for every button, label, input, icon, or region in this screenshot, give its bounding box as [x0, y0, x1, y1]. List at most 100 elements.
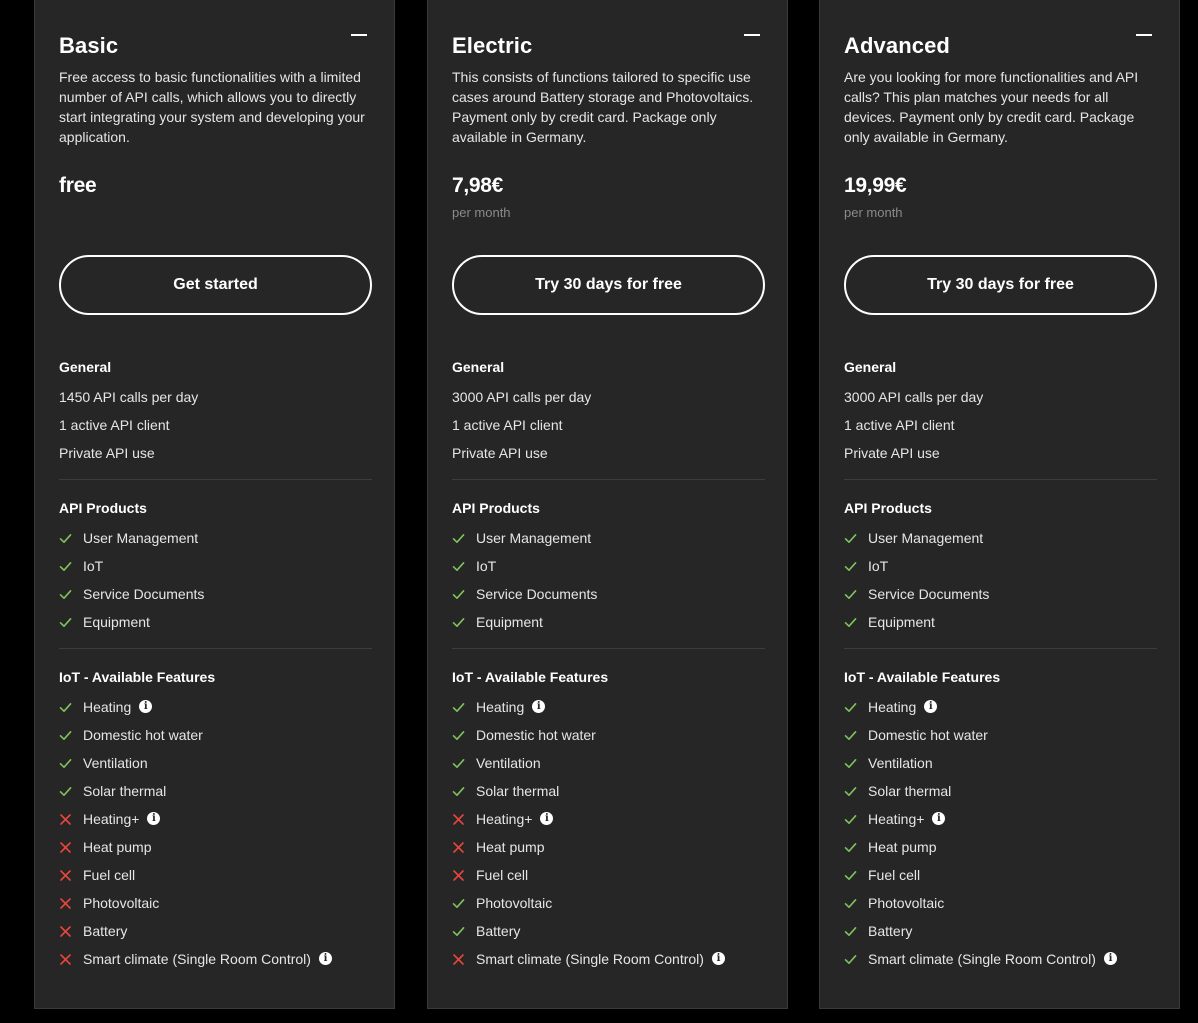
check-icon: [59, 584, 83, 604]
check-icon: [844, 837, 868, 857]
info-icon[interactable]: i: [139, 700, 153, 713]
check-icon: [844, 893, 868, 913]
list-item-label: Heating: [476, 699, 525, 715]
list-item-label: Heating: [868, 699, 917, 715]
plan-card-advanced: Advanced Are you looking for more functi…: [819, 0, 1180, 1009]
check-icon: [844, 921, 868, 941]
list-item-label: Equipment: [476, 614, 543, 630]
plan-period: per month: [452, 205, 511, 220]
list-item-label: 3000 API calls per day: [452, 389, 592, 405]
cross-icon: [59, 921, 83, 941]
list-item: Ventilation: [844, 753, 1157, 781]
collapse-icon[interactable]: [351, 34, 367, 36]
list-item-label: Smart climate (Single Room Control): [476, 951, 704, 967]
list-item: User Management: [844, 528, 1157, 556]
general-section: General 1450 API calls per day 1 active A…: [59, 357, 372, 471]
list-item: Private API use: [844, 443, 1157, 471]
list-item: Battery: [452, 921, 765, 949]
list-item: 3000 API calls per day: [452, 387, 765, 415]
check-icon: [844, 949, 868, 969]
info-icon[interactable]: i: [924, 700, 938, 713]
list-item: User Management: [59, 528, 372, 556]
list-item-label: Fuel cell: [868, 867, 921, 883]
check-icon: [844, 809, 868, 829]
info-icon[interactable]: i: [711, 952, 725, 965]
list-item: Photovoltaic: [844, 893, 1157, 921]
check-icon: [452, 753, 476, 773]
info-icon[interactable]: i: [532, 700, 546, 713]
list-item: IoT: [844, 556, 1157, 584]
section-divider: [452, 648, 765, 649]
check-icon: [844, 556, 868, 576]
plan-card-electric: Electric This consists of functions tail…: [427, 0, 788, 1009]
info-icon[interactable]: i: [1103, 952, 1117, 965]
cross-icon: [59, 809, 83, 829]
collapse-icon[interactable]: [1136, 34, 1152, 36]
cross-icon: [452, 865, 476, 885]
section-divider: [59, 479, 372, 480]
list-item: Solar thermal: [844, 781, 1157, 809]
check-icon: [452, 584, 476, 604]
list-item: Ventilation: [452, 753, 765, 781]
section-title-iot-features: IoT - Available Features: [59, 669, 216, 685]
list-item: Photovoltaic: [452, 893, 765, 921]
list-item: Equipment: [844, 612, 1157, 640]
plan-card-basic: Basic Free access to basic functionaliti…: [34, 0, 395, 1009]
plan-title: Advanced: [844, 33, 950, 58]
list-item-label: Solar thermal: [83, 783, 167, 799]
iot-features-section: IoT - Available Features Heating i Domesti…: [59, 667, 372, 977]
section-title-api-products: API Products: [844, 500, 932, 516]
section-title-api-products: API Products: [452, 500, 540, 516]
list-item: IoT: [452, 556, 765, 584]
cross-icon: [452, 837, 476, 857]
list-item-label: Heat pump: [868, 839, 937, 855]
plan-price: 7,98€: [452, 174, 504, 197]
list-item-label: Heating+: [868, 811, 925, 827]
list-item: 1450 API calls per day: [59, 387, 372, 415]
list-item-label: Ventilation: [868, 755, 933, 771]
api-products-list: User Management IoT Service Documents Equip…: [844, 528, 1157, 640]
list-item-label: User Management: [83, 530, 199, 546]
try-free-button[interactable]: Try 30 days for free: [844, 255, 1157, 315]
try-free-button[interactable]: Try 30 days for free: [452, 255, 765, 315]
api-products-list: User Management IoT Service Documents Equip…: [452, 528, 765, 640]
list-item: User Management: [452, 528, 765, 556]
section-title-api-products: API Products: [59, 500, 147, 516]
info-icon[interactable]: i: [540, 812, 554, 825]
api-products-list: User Management IoT Service Documents Equip…: [59, 528, 372, 640]
info-icon[interactable]: i: [147, 812, 161, 825]
section-title-general: General: [452, 359, 505, 375]
list-item-label: Photovoltaic: [476, 895, 553, 911]
iot-features-section: IoT - Available Features Heating i Domesti…: [452, 667, 765, 977]
list-item: Heating+ i: [452, 809, 765, 837]
check-icon: [59, 697, 83, 717]
check-icon: [452, 781, 476, 801]
section-divider: [59, 648, 372, 649]
plan-description: Free access to basic functionalities wit…: [59, 69, 365, 145]
iot-features-list: Heating i Domestic hot water Ventilation Sol…: [452, 697, 765, 977]
plan-description: Are you looking for more functionalities…: [844, 69, 1139, 145]
plan-price: 19,99€: [844, 174, 907, 197]
section-divider: [844, 479, 1157, 480]
list-item-label: Private API use: [452, 445, 548, 461]
list-item: Solar thermal: [59, 781, 372, 809]
list-item-label: Heat pump: [476, 839, 545, 855]
list-item-label: 1450 API calls per day: [59, 389, 199, 405]
list-item: Service Documents: [844, 584, 1157, 612]
list-item: Domestic hot water: [59, 725, 372, 753]
list-item-label: Battery: [868, 923, 913, 939]
section-title-iot-features: IoT - Available Features: [452, 669, 609, 685]
get-started-button[interactable]: Get started: [59, 255, 372, 315]
list-item: Domestic hot water: [844, 725, 1157, 753]
check-icon: [844, 865, 868, 885]
collapse-icon[interactable]: [744, 34, 760, 36]
list-item-label: Private API use: [59, 445, 155, 461]
info-icon[interactable]: i: [932, 812, 946, 825]
api-products-section: API Products User Management IoT Service D…: [59, 498, 372, 640]
list-item-label: Solar thermal: [476, 783, 560, 799]
list-item: Equipment: [452, 612, 765, 640]
general-list: 3000 API calls per day 1 active API clien…: [844, 387, 1157, 471]
list-item: Battery: [59, 921, 372, 949]
check-icon: [452, 556, 476, 576]
info-icon[interactable]: i: [318, 952, 332, 965]
